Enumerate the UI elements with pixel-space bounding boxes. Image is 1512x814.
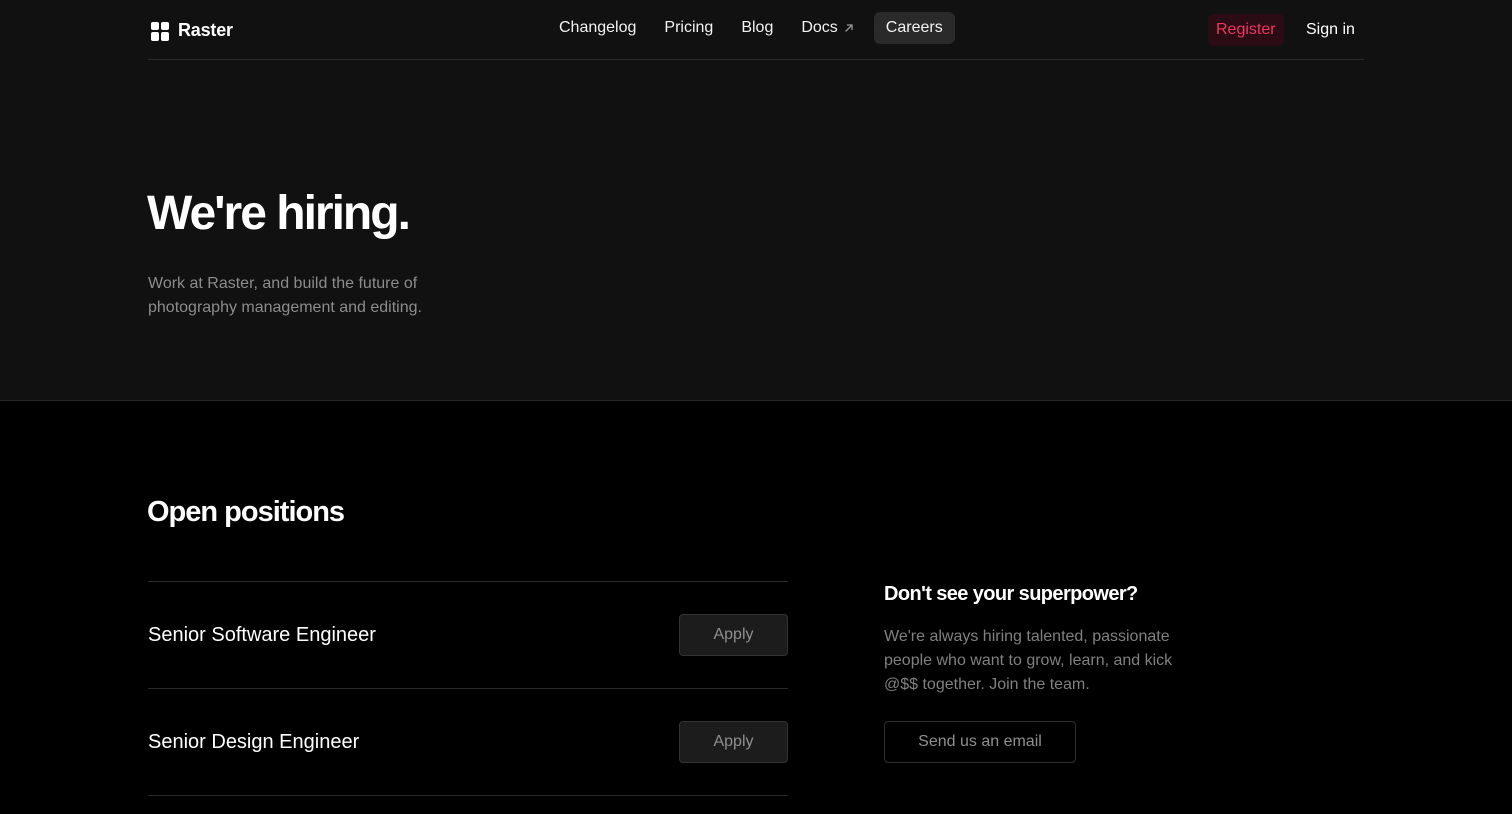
register-button[interactable]: Register xyxy=(1208,14,1284,46)
sign-in-button[interactable]: Sign in xyxy=(1298,14,1363,46)
apply-button[interactable]: Apply xyxy=(679,721,788,763)
nav-link-docs[interactable]: Docs xyxy=(787,12,867,44)
top-navigation-bar: Raster Changelog Pricing Blog Docs Caree… xyxy=(148,0,1364,60)
apply-button[interactable]: Apply xyxy=(679,614,788,656)
nav-link-docs-label: Docs xyxy=(801,19,838,36)
hero-subtitle: Work at Raster, and build the future of … xyxy=(148,275,422,316)
superpower-title: Don't see your superpower? xyxy=(884,583,1138,605)
brand-logo-link[interactable]: Raster xyxy=(151,20,233,41)
raster-logo-icon xyxy=(151,21,169,41)
hero-divider xyxy=(0,400,1512,401)
nav-link-blog[interactable]: Blog xyxy=(727,12,787,44)
open-positions-title: Open positions xyxy=(147,496,345,528)
nav-link-careers[interactable]: Careers xyxy=(873,12,955,44)
nav-link-pricing[interactable]: Pricing xyxy=(650,12,727,44)
position-row: Senior Design Engineer Apply xyxy=(148,689,788,796)
send-email-button[interactable]: Send us an email xyxy=(884,721,1076,763)
hero-title: We're hiring. xyxy=(147,187,411,240)
position-title: Senior Software Engineer xyxy=(148,623,376,646)
position-title: Senior Design Engineer xyxy=(148,730,360,753)
superpower-description: We're always hiring talented, passionate… xyxy=(884,628,1173,693)
nav-link-changelog[interactable]: Changelog xyxy=(545,12,650,44)
external-arrow-icon xyxy=(845,24,853,32)
brand-name: Raster xyxy=(178,20,233,40)
position-row: Senior Software Engineer Apply xyxy=(148,582,788,689)
positions-list: Senior Software Engineer Apply Senior De… xyxy=(148,581,788,796)
main-navigation: Changelog Pricing Blog Docs Careers xyxy=(545,12,955,44)
